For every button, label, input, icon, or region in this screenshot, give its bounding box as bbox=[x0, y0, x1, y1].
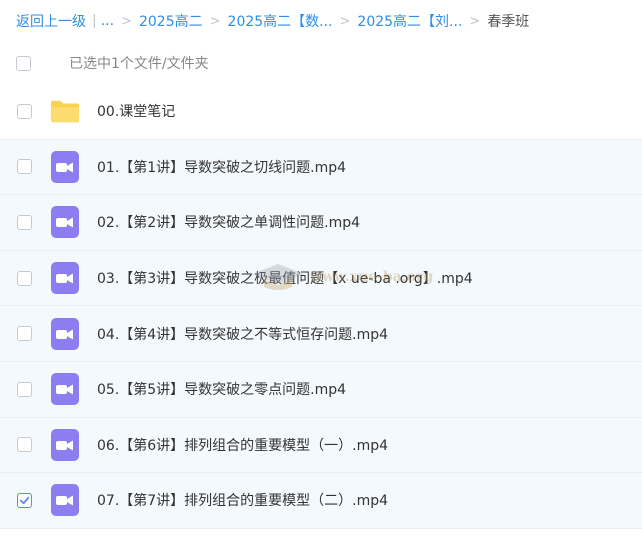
row-checkbox[interactable] bbox=[17, 103, 32, 119]
video-icon bbox=[50, 428, 80, 461]
file-name[interactable]: 00.课堂笔记 bbox=[97, 101, 175, 121]
file-name[interactable]: 02.【第2讲】导数突破之单调性问题.mp4 bbox=[97, 212, 360, 232]
file-name[interactable]: 05.【第5讲】导数突破之零点问题.mp4 bbox=[97, 379, 346, 399]
file-name[interactable]: 06.【第6讲】排列组合的重要模型（一）.mp4 bbox=[97, 435, 388, 455]
file-row[interactable]: 03.【第3讲】导数突破之极最值问题【x ue-ba .org】.mp4 bbox=[0, 250, 642, 307]
chevron-right-icon: > bbox=[209, 13, 221, 29]
video-icon bbox=[50, 484, 80, 517]
breadcrumb-item[interactable]: 2025高二【刘... bbox=[357, 11, 462, 31]
breadcrumb-ellipsis[interactable]: ... bbox=[101, 13, 114, 29]
file-row[interactable]: 00.课堂笔记 bbox=[0, 84, 642, 140]
file-row[interactable]: 06.【第6讲】排列组合的重要模型（一）.mp4 bbox=[0, 417, 642, 474]
row-checkbox[interactable] bbox=[17, 381, 32, 397]
breadcrumb: 返回上一级 | ... > 2025高二 > 2025高二【数... > 202… bbox=[0, 0, 642, 42]
file-row[interactable]: 02.【第2讲】导数突破之单调性问题.mp4 bbox=[0, 195, 642, 251]
file-name[interactable]: 01.【第1讲】导数突破之切线问题.mp4 bbox=[97, 157, 346, 177]
chevron-right-icon: > bbox=[121, 13, 132, 29]
breadcrumb-item[interactable]: 2025高二 bbox=[139, 11, 203, 31]
file-row[interactable]: 01.【第1讲】导数突破之切线问题.mp4 bbox=[0, 139, 642, 196]
row-checkbox[interactable] bbox=[17, 270, 32, 286]
back-link[interactable]: 返回上一级 bbox=[16, 11, 86, 31]
select-all-checkbox[interactable] bbox=[16, 55, 31, 71]
row-checkbox[interactable] bbox=[17, 326, 32, 342]
selection-status: 已选中1个文件/文件夹 bbox=[69, 56, 209, 72]
row-checkbox[interactable] bbox=[17, 492, 32, 508]
breadcrumb-current: 春季班 bbox=[487, 14, 530, 30]
chevron-right-icon: > bbox=[469, 13, 481, 29]
file-list: 00.课堂笔记 01.【第1讲】导数突破之切线问题.mp4 02.【第2讲】导数突破… bbox=[0, 84, 642, 529]
file-row[interactable]: 05.【第5讲】导数突破之零点问题.mp4 bbox=[0, 361, 642, 418]
file-name[interactable]: 03.【第3讲】导数突破之极最值问题【x ue-ba .org】.mp4 bbox=[97, 268, 473, 288]
video-icon bbox=[50, 150, 80, 183]
selection-header: 已选中1个文件/文件夹 bbox=[0, 42, 642, 84]
file-name[interactable]: 07.【第7讲】排列组合的重要模型（二）.mp4 bbox=[97, 490, 388, 510]
folder-icon bbox=[50, 95, 80, 127]
breadcrumb-item[interactable]: 2025高二【数... bbox=[228, 11, 333, 31]
row-checkbox[interactable] bbox=[17, 437, 32, 453]
video-icon bbox=[50, 317, 80, 350]
video-icon bbox=[50, 262, 80, 295]
file-name[interactable]: 04.【第4讲】导数突破之不等式恒存问题.mp4 bbox=[97, 324, 388, 344]
chevron-right-icon: > bbox=[339, 13, 351, 29]
row-checkbox[interactable] bbox=[17, 159, 32, 175]
video-icon bbox=[50, 206, 80, 239]
breadcrumb-divider: | bbox=[92, 13, 97, 29]
video-icon bbox=[50, 373, 80, 406]
file-row[interactable]: 04.【第4讲】导数突破之不等式恒存问题.mp4 bbox=[0, 306, 642, 362]
row-checkbox[interactable] bbox=[17, 214, 32, 230]
file-row[interactable]: 07.【第7讲】排列组合的重要模型（二）.mp4 bbox=[0, 473, 642, 529]
